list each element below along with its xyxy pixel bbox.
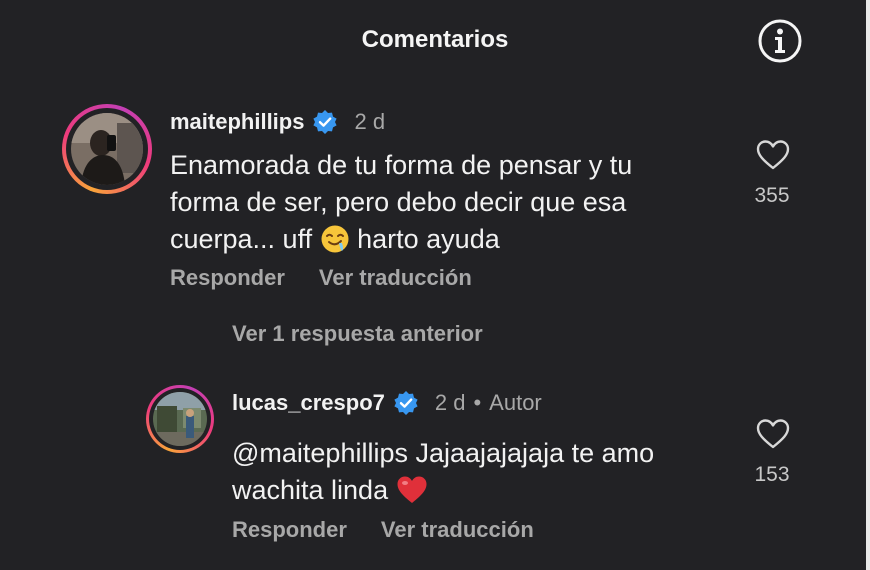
red-heart-icon — [397, 476, 427, 503]
avatar-photo — [71, 113, 143, 185]
avatar-photo — [153, 392, 207, 446]
info-button[interactable] — [756, 17, 804, 65]
reply-text: @maitephillips Jajaajajajaja te amo wach… — [232, 435, 712, 509]
reply-actions: Responder Ver traducción — [232, 517, 534, 543]
reply-meta: lucas_crespo7 2 d • Autor — [232, 390, 542, 416]
translate-button[interactable]: Ver traducción — [319, 265, 472, 291]
comments-header: Comentarios — [0, 0, 870, 80]
author-badge: Autor — [489, 390, 542, 415]
comment-text-line: Enamorada de tu forma de pensar y tu — [170, 150, 633, 180]
avatar[interactable] — [62, 104, 152, 194]
view-previous-replies-button[interactable]: Ver 1 respuesta anterior — [232, 321, 483, 347]
heart-icon[interactable] — [756, 418, 790, 450]
comment-actions: Responder Ver traducción — [170, 265, 472, 291]
separator-dot: • — [473, 390, 482, 415]
reply-button[interactable]: Responder — [232, 517, 347, 543]
comment-text-line: forma de ser, pero debo decir que esa — [170, 187, 627, 217]
scrollbar[interactable] — [866, 0, 870, 570]
comment-text-line: cuerpa... uff harto ayuda — [170, 224, 500, 254]
like-count: 355 — [754, 184, 790, 207]
username[interactable]: maitephillips — [170, 109, 304, 135]
heart-icon[interactable] — [756, 139, 790, 171]
username[interactable]: lucas_crespo7 — [232, 390, 385, 416]
verified-badge-icon — [313, 110, 338, 134]
comment-time: 2 d — [354, 109, 386, 134]
info-icon[interactable] — [756, 17, 804, 65]
reply-text-line: @maitephillips Jajaajajajaja te amo — [232, 438, 655, 468]
reply-button[interactable]: Responder — [170, 265, 285, 291]
avatar[interactable] — [146, 385, 214, 453]
comment-meta: maitephillips 2 d — [170, 109, 385, 135]
like-count: 153 — [754, 463, 790, 486]
translate-button[interactable]: Ver traducción — [381, 517, 534, 543]
reply-time: 2 d — [434, 390, 466, 415]
comment-text: Enamorada de tu forma de pensar y tu for… — [170, 147, 710, 258]
page-title: Comentarios — [361, 26, 509, 53]
verified-badge-icon — [394, 391, 418, 415]
reply-text-line: wachita linda — [232, 472, 712, 509]
drooling-face-icon — [321, 225, 349, 253]
